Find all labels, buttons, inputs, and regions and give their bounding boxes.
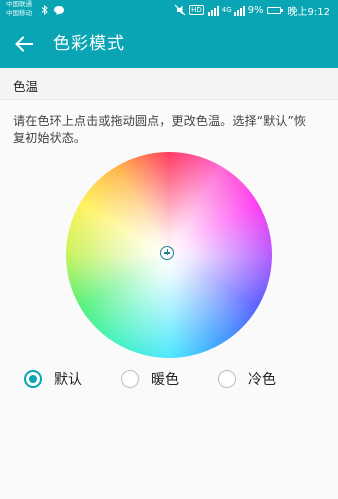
- arrow-left-icon: [15, 36, 33, 52]
- radio-warm[interactable]: [121, 370, 139, 388]
- description-text: 请在色环上点击或拖动圆点，更改色温。选择“默认”恢复初始状态。: [13, 114, 306, 145]
- radio-cool[interactable]: [218, 370, 236, 388]
- status-time: 晚上9:12: [287, 6, 330, 18]
- battery-icon: [266, 6, 283, 14]
- signal-icon-2: [233, 5, 245, 16]
- page-title: 色彩模式: [53, 34, 125, 54]
- option-cool-label: 冷色: [248, 372, 276, 388]
- option-warm-label: 暖色: [151, 372, 179, 388]
- message-icon: [54, 6, 64, 15]
- signal-icon-1: [207, 5, 219, 16]
- hd-badge: HD: [189, 5, 204, 15]
- back-button[interactable]: [8, 28, 40, 60]
- option-cool[interactable]: 冷色: [218, 369, 276, 389]
- option-warm[interactable]: 暖色: [121, 369, 179, 389]
- battery-percent: 9%: [247, 4, 264, 16]
- section-title: 色温: [13, 79, 39, 94]
- silent-icon: [174, 4, 186, 16]
- option-default[interactable]: 默认: [24, 369, 82, 389]
- status-bar: 中国联通 中国移动 HD 4G 9% 晚上9:12: [0, 0, 338, 20]
- carrier-labels: 中国联通 中国移动: [6, 0, 32, 18]
- color-picker-handle[interactable]: [160, 246, 174, 260]
- bluetooth-icon: [41, 5, 48, 15]
- option-default-label: 默认: [54, 372, 82, 388]
- section-header: 色温: [0, 68, 338, 100]
- network-type: 4G: [221, 6, 232, 14]
- app-toolbar: 色彩模式: [0, 20, 338, 68]
- status-right: HD 4G 9% 晚上9:12: [174, 3, 330, 18]
- carrier-label-1: 中国联通: [6, 0, 32, 8]
- carrier-label-2: 中国移动: [6, 9, 32, 17]
- radio-default[interactable]: [24, 370, 42, 388]
